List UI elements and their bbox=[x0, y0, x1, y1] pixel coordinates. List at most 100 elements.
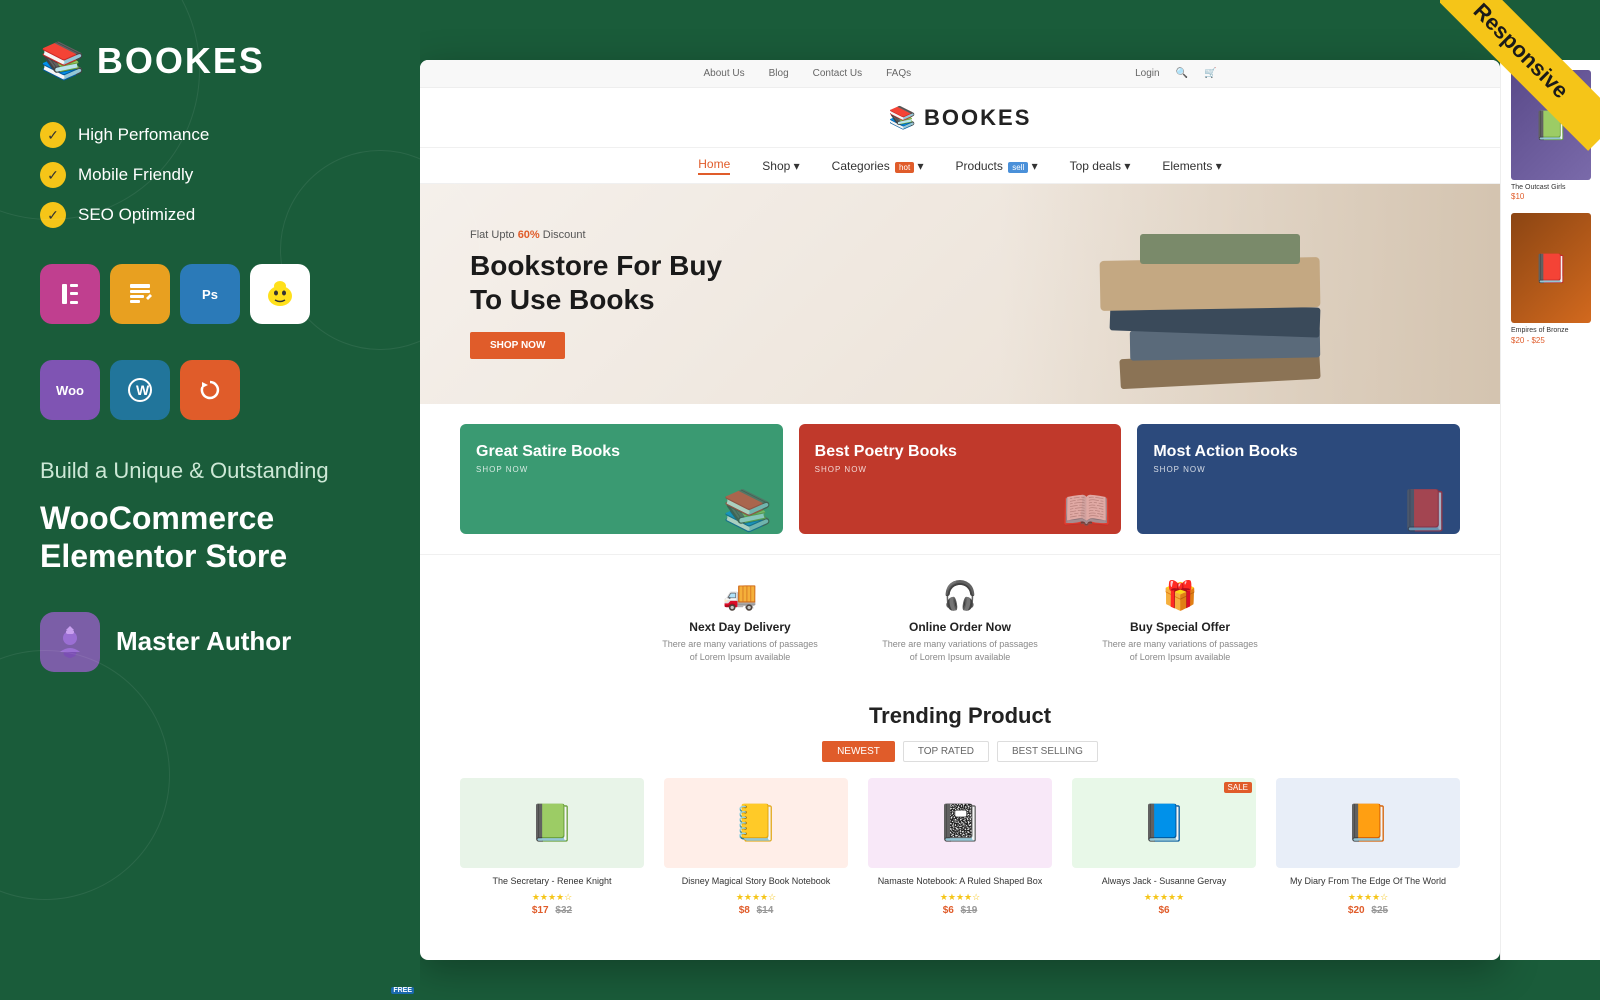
product-stars-1: ★★★★☆ bbox=[664, 892, 848, 903]
right-book-price-1: $20 - $25 bbox=[1511, 336, 1590, 345]
site-header: 📚 BOOKES bbox=[420, 88, 1500, 148]
right-book-title-1: Empires of Bronze bbox=[1511, 327, 1590, 335]
site-brand: 📚 BOOKES bbox=[889, 105, 1032, 131]
feature-label-1: High Perfomance bbox=[78, 125, 209, 145]
nav-topdeals[interactable]: Top deals ▾ bbox=[1070, 159, 1131, 173]
product-price-4: $20 $25 bbox=[1276, 905, 1460, 916]
product-badge-3: SALE bbox=[1224, 782, 1252, 793]
wordpress-icon: W bbox=[110, 360, 170, 420]
mailchimp-icon bbox=[250, 264, 310, 324]
feat-offer-desc: There are many variations of passages of… bbox=[1100, 638, 1260, 663]
right-book-title-0: The Outcast Girls bbox=[1511, 184, 1590, 192]
nav-shop[interactable]: Shop ▾ bbox=[762, 159, 799, 173]
refresh-icon bbox=[180, 360, 240, 420]
check-icon-1: ✓ bbox=[40, 122, 66, 148]
product-name-1: Disney Magical Story Book Notebook bbox=[664, 876, 848, 888]
feat-order: 🎧 Online Order Now There are many variat… bbox=[880, 579, 1040, 663]
features-row: 🚚 Next Day Delivery There are many varia… bbox=[420, 554, 1500, 687]
check-icon-2: ✓ bbox=[40, 162, 66, 188]
nav-elements[interactable]: Elements ▾ bbox=[1162, 159, 1221, 173]
tab-bestselling[interactable]: BEST SELLING bbox=[997, 741, 1098, 762]
cat-btn-poetry[interactable]: SHOP NOW bbox=[815, 465, 957, 474]
topbar-link-faqs[interactable]: FAQs bbox=[886, 68, 911, 79]
hero-section: Flat Upto 60% Discount Bookstore For Buy… bbox=[420, 184, 1500, 404]
right-book-img-1: 📕 bbox=[1511, 213, 1591, 323]
trending-section: Trending Product NEWEST TOP RATED BEST S… bbox=[420, 687, 1500, 916]
topbar-link-blog[interactable]: Blog bbox=[769, 68, 789, 79]
brand-logo: 📚 BOOKES bbox=[40, 40, 380, 82]
right-book-price-0: $10 bbox=[1511, 192, 1590, 201]
product-img-2: 📓 bbox=[868, 778, 1052, 868]
cat-content-action: Most Action Books SHOP NOW bbox=[1153, 442, 1297, 474]
feature-item-3: ✓ SEO Optimized bbox=[40, 202, 380, 228]
features-list: ✓ High Perfomance ✓ Mobile Friendly ✓ SE… bbox=[40, 122, 380, 228]
product-price-1: $8 $14 bbox=[664, 905, 848, 916]
feat-delivery-title: Next Day Delivery bbox=[660, 620, 820, 634]
feat-delivery: 🚚 Next Day Delivery There are many varia… bbox=[660, 579, 820, 663]
site-brand-icon: 📚 bbox=[889, 105, 916, 131]
left-panel: 📚 BOOKES ✓ High Perfomance ✓ Mobile Frie… bbox=[0, 0, 420, 1000]
feat-offer-title: Buy Special Offer bbox=[1100, 620, 1260, 634]
tab-newest[interactable]: NEWEST bbox=[822, 741, 895, 762]
cat-image-action: 📕 bbox=[1400, 487, 1450, 534]
topbar-link-contact[interactable]: Contact Us bbox=[813, 68, 862, 79]
product-grid: 📗 The Secretary - Renee Knight ★★★★☆ $17… bbox=[460, 778, 1460, 916]
cat-title-action: Most Action Books bbox=[1153, 442, 1297, 461]
cat-card-action[interactable]: Most Action Books SHOP NOW 📕 bbox=[1137, 424, 1460, 534]
cat-card-poetry[interactable]: Best Poetry Books SHOP NOW 📖 bbox=[799, 424, 1122, 534]
product-price-3: $6 bbox=[1072, 905, 1256, 916]
brand-name: BOOKES bbox=[97, 40, 265, 82]
product-img-4: 📙 bbox=[1276, 778, 1460, 868]
category-section: Great Satire Books SHOP NOW 📚 Best Poetr… bbox=[420, 404, 1500, 554]
topbar-login[interactable]: Login bbox=[1135, 68, 1159, 79]
feature-label-3: SEO Optimized bbox=[78, 205, 195, 225]
product-card-4[interactable]: 📙 My Diary From The Edge Of The World ★★… bbox=[1276, 778, 1460, 916]
cat-image-poetry: 📖 bbox=[1062, 487, 1112, 534]
product-card-0[interactable]: 📗 The Secretary - Renee Knight ★★★★☆ $17… bbox=[460, 778, 644, 916]
nav-home[interactable]: Home bbox=[698, 157, 730, 175]
cart-icon[interactable]: 🛒 bbox=[1204, 68, 1216, 79]
tagline: Build a Unique & Outstanding bbox=[40, 456, 380, 487]
right-books-panel: 📗 The Outcast Girls $10 📕 Empires of Bro… bbox=[1500, 60, 1600, 960]
feature-item-1: ✓ High Perfomance bbox=[40, 122, 380, 148]
feat-order-desc: There are many variations of passages of… bbox=[880, 638, 1040, 663]
brand-icon: 📚 bbox=[40, 40, 85, 82]
hero-title: Bookstore For BuyTo Use Books bbox=[470, 249, 722, 316]
product-img-3: 📘 SALE bbox=[1072, 778, 1256, 868]
product-img-1: 📒 bbox=[664, 778, 848, 868]
product-name-3: Always Jack - Susanne Gervay bbox=[1072, 876, 1256, 888]
cat-image-satire: 📚 bbox=[723, 487, 773, 534]
site-nav: Home Shop ▾ Categories hot ▾ Products se… bbox=[420, 148, 1500, 184]
product-stars-4: ★★★★☆ bbox=[1276, 892, 1460, 903]
product-card-2[interactable]: 📓 Namaste Notebook: A Ruled Shaped Box ★… bbox=[868, 778, 1052, 916]
hero-content: Flat Upto 60% Discount Bookstore For Buy… bbox=[420, 199, 772, 389]
product-card-1[interactable]: 📒 Disney Magical Story Book Notebook ★★★… bbox=[664, 778, 848, 916]
photoshop-icon: Ps FREE bbox=[180, 264, 240, 324]
tagline-block: Build a Unique & Outstanding WooCommerce… bbox=[40, 456, 380, 576]
author-label: Master Author bbox=[116, 626, 291, 657]
nav-categories[interactable]: Categories hot ▾ bbox=[832, 159, 924, 173]
plugin-icons-row2: Woo W bbox=[40, 360, 380, 420]
hero-cta-button[interactable]: SHOP NOW bbox=[470, 332, 565, 359]
product-stars-0: ★★★★☆ bbox=[460, 892, 644, 903]
edit-icon bbox=[110, 264, 170, 324]
cat-card-satire[interactable]: Great Satire Books SHOP NOW 📚 bbox=[460, 424, 783, 534]
feature-label-2: Mobile Friendly bbox=[78, 165, 193, 185]
product-card-3[interactable]: 📘 SALE Always Jack - Susanne Gervay ★★★★… bbox=[1072, 778, 1256, 916]
cat-btn-satire[interactable]: SHOP NOW bbox=[476, 465, 620, 474]
cat-btn-action[interactable]: SHOP NOW bbox=[1153, 465, 1297, 474]
topbar-link-about[interactable]: About Us bbox=[703, 68, 744, 79]
feat-delivery-desc: There are many variations of passages of… bbox=[660, 638, 820, 663]
nav-products[interactable]: Products sell ▾ bbox=[956, 159, 1038, 173]
site-brand-name: BOOKES bbox=[924, 105, 1031, 131]
elementor-icon bbox=[40, 264, 100, 324]
search-icon[interactable]: 🔍 bbox=[1176, 68, 1188, 79]
feature-item-2: ✓ Mobile Friendly bbox=[40, 162, 380, 188]
order-icon: 🎧 bbox=[880, 579, 1040, 612]
website-preview: About Us Blog Contact Us FAQs Login 🔍 🛒 … bbox=[420, 60, 1500, 960]
tab-toprated[interactable]: TOP RATED bbox=[903, 741, 989, 762]
responsive-badge-text: Responsive bbox=[1440, 0, 1600, 151]
product-name-4: My Diary From The Edge Of The World bbox=[1276, 876, 1460, 888]
right-book-1: 📕 Empires of Bronze $20 - $25 bbox=[1511, 213, 1590, 344]
trending-title: Trending Product bbox=[460, 703, 1460, 729]
